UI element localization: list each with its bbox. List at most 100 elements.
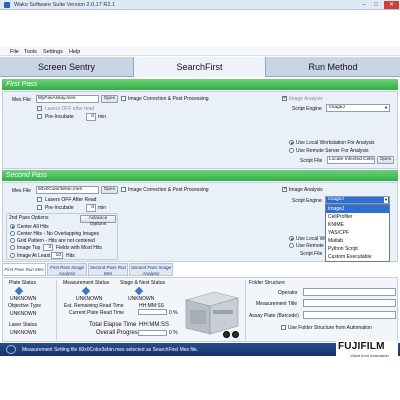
opt-image-top-label: Image Top xyxy=(17,245,41,251)
dropdown-option[interactable]: CellProfiler xyxy=(326,213,389,221)
measurement-title-field[interactable] xyxy=(303,299,396,307)
advance-options-button[interactable]: Advance Options xyxy=(80,215,116,227)
tab-screen-sentry[interactable]: Screen Sentry xyxy=(0,57,133,77)
minimize-button[interactable]: – xyxy=(358,1,370,9)
btab-second-pass-run[interactable]: Second Pass Run Mes xyxy=(88,263,128,276)
fp-lasers-off-checkbox[interactable] xyxy=(37,106,42,111)
opt-grid-pattern-radio[interactable] xyxy=(10,238,15,243)
opt-center-no-overlap-label: Center Hits - No Overlapping Images xyxy=(17,231,99,237)
current-plate-value: 0 % xyxy=(169,310,178,316)
fp-use-local-radio[interactable] xyxy=(289,140,294,145)
sp-image-correction-checkbox[interactable] xyxy=(121,187,126,192)
fp-use-remote-radio[interactable] xyxy=(289,148,294,153)
operator-field[interactable] xyxy=(303,288,396,296)
title-bar: Wako Software Suite Version 2.0.17 R2.1 … xyxy=(0,0,400,10)
btab-second-pass-analysis[interactable]: Second Pass Image Analysis xyxy=(129,263,173,276)
app-icon xyxy=(4,2,10,8)
btab-first-pass-run[interactable]: First Pass Run Mes xyxy=(2,263,46,276)
maximize-button[interactable]: □ xyxy=(370,1,382,9)
chevron-down-icon: ▼ xyxy=(384,197,388,203)
sp-open-button[interactable]: Open xyxy=(101,186,118,194)
menu-file[interactable]: File xyxy=(10,49,19,55)
fp-pre-incubate-field[interactable]: 0 xyxy=(86,113,96,121)
folder-structure-title: Folder Structure xyxy=(249,280,285,286)
sp-min-label: min xyxy=(98,205,107,211)
overall-progress-value: 0 % xyxy=(169,330,178,336)
sp-lasers-off-checkbox[interactable] xyxy=(37,197,42,202)
sp-image-analysis-checkbox[interactable]: ✓ xyxy=(282,187,287,192)
menu-settings[interactable]: Settings xyxy=(43,49,63,55)
sp-pre-incubate-checkbox[interactable] xyxy=(37,205,42,210)
fp-script-open-button[interactable]: Open xyxy=(377,156,394,164)
opt-image-at-least-radio[interactable] xyxy=(10,253,15,258)
assay-plate-field[interactable] xyxy=(303,311,396,319)
fp-image-analysis-label: Image Analysis xyxy=(289,96,323,102)
objective-type-value: UNKNOWN xyxy=(10,311,37,317)
dropdown-option[interactable]: Custom Executable xyxy=(326,253,389,261)
stage-status-label: Stage & Nest Status xyxy=(120,280,166,286)
menu-tools[interactable]: Tools xyxy=(24,49,37,55)
script-engine-dropdown: ImageJ CellProfiler KNIME YAS/CPF Matlab… xyxy=(325,204,390,262)
fp-lasers-off-label: Lasers OFF after read xyxy=(45,106,95,112)
stop-icon[interactable] xyxy=(232,331,239,338)
window-title: Wako Software Suite Version 2.0.17 R2.1 xyxy=(14,1,115,8)
second-pass-panel: Mes File 60x0Color3ebin.mes Open Image C… xyxy=(2,182,398,262)
btab-first-pass-analysis[interactable]: First Pass Image Analysis xyxy=(47,263,87,276)
sp-mes-file-field[interactable]: 60x0Color3ebin.mes xyxy=(36,186,99,194)
bottom-tabs: First Pass Run Mes First Pass Image Anal… xyxy=(2,263,246,276)
fp-image-correction-checkbox[interactable] xyxy=(121,96,126,101)
fp-image-analysis-checkbox[interactable]: ✓ xyxy=(282,96,287,101)
plate-status-value: UNKNOWN xyxy=(10,296,37,302)
opt-image-top-field[interactable]: 3 xyxy=(43,244,53,251)
sp-use-remote-label: Use Remote S xyxy=(296,243,329,249)
close-button[interactable]: ✕ xyxy=(384,1,399,9)
fp-script-engine-select[interactable]: ImageJ ▼ xyxy=(326,104,390,112)
status-message: Measurement Setting file 60x0Color3ebin.… xyxy=(22,346,199,353)
dropdown-option[interactable]: KNIME xyxy=(326,221,389,229)
plate-status-label: Plate Status xyxy=(9,280,36,286)
fp-script-engine-label: Script Engine xyxy=(292,106,322,112)
second-pass-banner: Second Pass xyxy=(2,170,398,181)
application-window: Wako Software Suite Version 2.0.17 R2.1 … xyxy=(0,0,400,400)
opt-center-all-radio[interactable] xyxy=(10,224,15,229)
opt-hits-label: Hits xyxy=(66,253,75,259)
opt-grid-pattern-label: Grid Pattern - Hits are not centered xyxy=(17,238,95,244)
use-folder-checkbox[interactable] xyxy=(281,325,286,330)
current-plate-progress-bar xyxy=(138,309,167,315)
opt-image-top-radio[interactable] xyxy=(10,245,15,250)
dropdown-option[interactable]: YAS/CPF xyxy=(326,229,389,237)
opt-image-at-least-field[interactable]: 10 xyxy=(51,252,63,259)
opt-center-all-label: Center All Hits xyxy=(17,224,49,230)
laser-status-value: UNKNOWN xyxy=(10,330,37,336)
sp-script-engine-select[interactable]: ImageJ ▼ xyxy=(325,196,390,204)
sp-use-remote-radio[interactable] xyxy=(289,243,294,248)
current-plate-label: Current Plate Read Time xyxy=(69,310,125,316)
tab-run-method[interactable]: Run Method xyxy=(266,57,400,77)
fp-use-local-label: Use Local Workstation For Analysis xyxy=(296,140,375,146)
fp-open-button[interactable]: Open xyxy=(101,95,118,103)
sp-use-local-radio[interactable] xyxy=(289,236,294,241)
plate-status-indicator xyxy=(14,286,24,296)
measurement-status-value: UNKNOWN xyxy=(76,296,103,302)
dropdown-option[interactable]: ImageJ xyxy=(326,205,389,213)
opt-image-at-least-label: Image At Least xyxy=(17,253,51,259)
first-pass-banner: First Pass xyxy=(2,79,398,90)
dropdown-option[interactable]: Python Script xyxy=(326,245,389,253)
logo-brand: FUJIFILM xyxy=(338,341,385,352)
fp-pre-incubate-checkbox[interactable] xyxy=(37,114,42,119)
objective-type-label: Objective Type xyxy=(8,303,41,309)
menu-help[interactable]: Help xyxy=(69,49,80,55)
fp-min-label: min xyxy=(98,114,107,120)
fp-mes-file-field[interactable]: MyFavAssay.mes xyxy=(36,95,99,103)
stage-status-indicator xyxy=(134,286,144,296)
measurement-status-label: Measurement Status xyxy=(63,280,110,286)
operator-label: Operator xyxy=(278,290,298,296)
dropdown-option[interactable]: Matlab xyxy=(326,237,389,245)
sp-pre-incubate-field[interactable]: 0 xyxy=(86,204,96,212)
tab-searchfirst[interactable]: SearchFirst xyxy=(133,57,266,77)
opt-center-no-overlap-radio[interactable] xyxy=(10,231,15,236)
fp-script-file-field[interactable]: Locate Infected Cells xyxy=(327,156,375,164)
fp-mes-file-label: Mes File xyxy=(12,97,31,103)
total-elapse-label: Total Elapse Time xyxy=(89,322,137,328)
play-icon[interactable] xyxy=(223,331,230,338)
